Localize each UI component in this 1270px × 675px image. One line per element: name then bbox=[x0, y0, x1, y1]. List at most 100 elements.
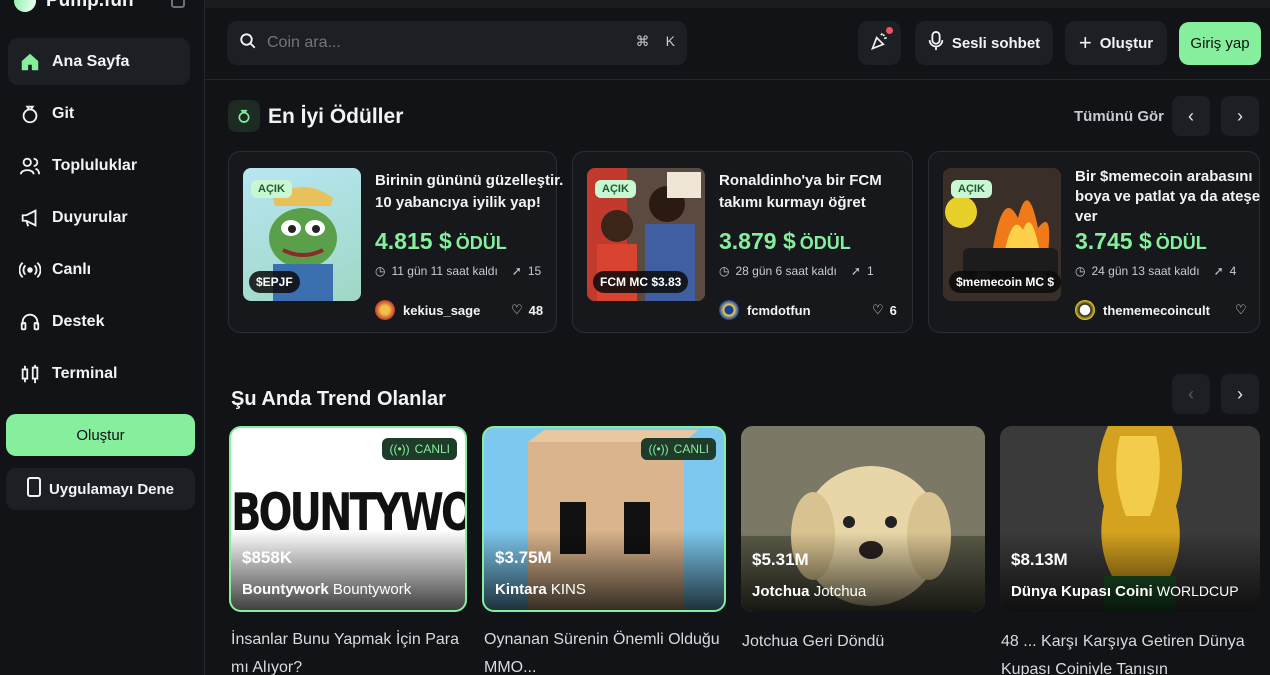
author-name: thememecoincult bbox=[1103, 302, 1210, 318]
create-coin-button[interactable]: + Oluştur bbox=[1065, 21, 1167, 65]
sidebar-item-label: Canlı bbox=[52, 260, 92, 278]
bounty-card[interactable]: AÇIK FCM MC $3.83 Ronaldinho'ya bir FCM … bbox=[572, 151, 913, 333]
trending-coin-card[interactable]: ((•)) CANLI $3.75M Kintara KINS bbox=[482, 426, 726, 612]
coin-name: Bountywork bbox=[242, 581, 329, 598]
trending-next-button[interactable]: › bbox=[1221, 374, 1259, 414]
broadcast-icon bbox=[18, 258, 42, 282]
live-label: CANLI bbox=[673, 442, 709, 456]
search-box[interactable]: ⌘ K bbox=[227, 21, 687, 65]
coin-ticker: WORLDCUP bbox=[1156, 583, 1239, 599]
sidebar-item-go[interactable]: Git bbox=[8, 90, 190, 137]
trending-caption[interactable]: Jotchua Geri Döndü bbox=[742, 628, 986, 656]
status-badge: AÇIK bbox=[595, 180, 636, 198]
see-all-link[interactable]: Tümünü Gör bbox=[1074, 108, 1164, 125]
candles-icon bbox=[18, 362, 42, 386]
bounty-meta: ◷ 11 gün 11 saat kaldı ➚ 15 bbox=[375, 264, 541, 278]
trending-prev-button[interactable]: ‹ bbox=[1172, 374, 1210, 414]
create-coin-label: Oluştur bbox=[1099, 34, 1154, 52]
coin-name-line: Jotchua Jotchua bbox=[752, 583, 866, 600]
brand[interactable]: Pump.fun bbox=[9, 0, 134, 17]
reward-amount: 3.745 $ bbox=[1075, 228, 1152, 254]
submission-count: 15 bbox=[527, 264, 542, 278]
sidebar-item-communities[interactable]: Topluluklar bbox=[8, 142, 190, 189]
reward-amount: 3.879 $ bbox=[719, 228, 796, 254]
submission-count: 4 bbox=[1229, 264, 1237, 278]
image-shade bbox=[484, 530, 724, 610]
like-button[interactable]: ♡ 48 bbox=[511, 302, 543, 318]
bounty-title: Ronaldinho'ya bir FCM takımı kurmayı öğr… bbox=[719, 172, 882, 211]
users-icon bbox=[18, 154, 42, 178]
sidebar-item-announcements[interactable]: Duyurular bbox=[8, 194, 190, 241]
bounty-next-button[interactable]: › bbox=[1221, 96, 1259, 136]
time-left: 11 gün 11 saat kaldı bbox=[391, 264, 498, 278]
trending-coin-card[interactable]: $5.31M Jotchua Jotchua bbox=[741, 426, 985, 612]
coin-name-line: Bountywork Bountywork bbox=[242, 581, 411, 598]
live-label: CANLI bbox=[414, 442, 450, 456]
sidebar-collapse-icon[interactable] bbox=[171, 0, 185, 8]
trending-coin-card[interactable]: BOUNTYWORK ((•)) CANLI $858K Bountywork … bbox=[229, 426, 467, 612]
author-name: fcmdotfun bbox=[747, 302, 811, 318]
notifications-button[interactable] bbox=[858, 21, 901, 65]
pill-logo-icon bbox=[9, 0, 41, 17]
coin-ticker-chip: $memecoin MC $ bbox=[949, 271, 1061, 293]
status-badge: AÇIK bbox=[251, 180, 292, 198]
heart-icon: ♡ bbox=[1235, 302, 1247, 317]
bounty-author[interactable]: thememecoincult bbox=[1075, 300, 1210, 320]
search-icon bbox=[239, 32, 257, 55]
heart-icon: ♡ bbox=[511, 302, 523, 317]
sidebar-nav: Ana Sayfa Git Topluluklar Duyurular Canl… bbox=[8, 38, 190, 402]
bounty-author[interactable]: fcmdotfun bbox=[719, 300, 811, 320]
bounty-image: AÇIK FCM MC $3.83 bbox=[587, 168, 705, 301]
sidebar-item-label: Destek bbox=[52, 312, 105, 330]
author-name: kekius_sage bbox=[403, 302, 481, 318]
coin-name: Kintara bbox=[495, 581, 547, 598]
image-shade bbox=[741, 532, 985, 612]
like-button[interactable]: ♡ bbox=[1235, 302, 1253, 318]
time-left: 24 gün 13 saat kaldı bbox=[1091, 264, 1200, 278]
sidebar-item-terminal[interactable]: Terminal bbox=[8, 350, 190, 397]
bounty-title: Bir $memecoin arabasını boya ve patlat y… bbox=[1075, 168, 1261, 225]
sidebar-item-home[interactable]: Ana Sayfa bbox=[8, 38, 190, 85]
party-popper-icon bbox=[870, 31, 890, 55]
avatar bbox=[1075, 300, 1095, 320]
sidebar-item-label: Terminal bbox=[52, 364, 118, 382]
trending-section-title: Şu Anda Trend Olanlar bbox=[231, 388, 446, 410]
trending-coin-card[interactable]: $8.13M Dünya Kupası Coini WORLDCUP bbox=[1000, 426, 1260, 612]
market-cap: $3.75M bbox=[495, 548, 552, 567]
bounty-image: AÇIK $memecoin MC $ bbox=[943, 168, 1061, 301]
k-key: K bbox=[665, 33, 675, 49]
trending-caption[interactable]: Oynanan Sürenin Önemli Olduğu MMO... bbox=[484, 626, 728, 675]
coin-name: Dünya Kupası Coini bbox=[1011, 583, 1153, 600]
bounty-card[interactable]: AÇIK $EPJF Birinin gününü güzelleştir. 1… bbox=[228, 151, 563, 333]
reward-label: ÖDÜL bbox=[799, 233, 851, 253]
send-icon: ➚ bbox=[511, 264, 522, 278]
sidebar-create-button[interactable]: Oluştur bbox=[6, 414, 195, 456]
reward-amount: 4.815 $ bbox=[375, 228, 452, 254]
like-button[interactable]: ♡ 6 bbox=[872, 302, 897, 318]
login-button[interactable]: Giriş yap bbox=[1179, 22, 1261, 65]
topbar-strip bbox=[205, 0, 1270, 8]
coin-name: Jotchua bbox=[752, 583, 810, 600]
coin-ticker: Jotchua bbox=[813, 583, 867, 600]
coin-name-line: Kintara KINS bbox=[495, 581, 586, 598]
search-input[interactable] bbox=[267, 34, 607, 52]
sidebar-item-label: Ana Sayfa bbox=[52, 52, 130, 70]
sidebar-item-support[interactable]: Destek bbox=[8, 298, 190, 345]
chevron-right-icon: › bbox=[1237, 105, 1243, 126]
headset-icon bbox=[18, 310, 42, 334]
bounty-section-title: En İyi Ödüller bbox=[268, 105, 404, 128]
sidebar-item-live[interactable]: Canlı bbox=[8, 246, 190, 293]
broadcast-icon: ((•)) bbox=[389, 442, 410, 456]
market-cap: $8.13M bbox=[1011, 550, 1068, 569]
try-app-button[interactable]: Uygulamayı Dene bbox=[6, 468, 195, 510]
bounty-prev-button[interactable]: ‹ bbox=[1172, 96, 1210, 136]
trending-caption[interactable]: 48 ... Karşı Karşıya Getiren Dünya Kupas… bbox=[1001, 628, 1261, 675]
voice-chat-button[interactable]: Sesli sohbet bbox=[915, 21, 1053, 65]
bounty-author[interactable]: kekius_sage bbox=[375, 300, 480, 320]
sidebar: Pump.fun Ana Sayfa Git Topluluklar Duyur… bbox=[0, 0, 205, 675]
search-shortcut: ⌘ K bbox=[636, 33, 675, 50]
bounty-card[interactable]: AÇIK $memecoin MC $ Bir $memecoin arabas… bbox=[928, 151, 1260, 333]
trending-caption[interactable]: İnsanlar Bunu Yapmak İçin Para mı Alıyor… bbox=[231, 626, 467, 675]
sidebar-item-label: Duyurular bbox=[52, 208, 128, 226]
try-app-label: Uygulamayı Dene bbox=[48, 480, 175, 498]
